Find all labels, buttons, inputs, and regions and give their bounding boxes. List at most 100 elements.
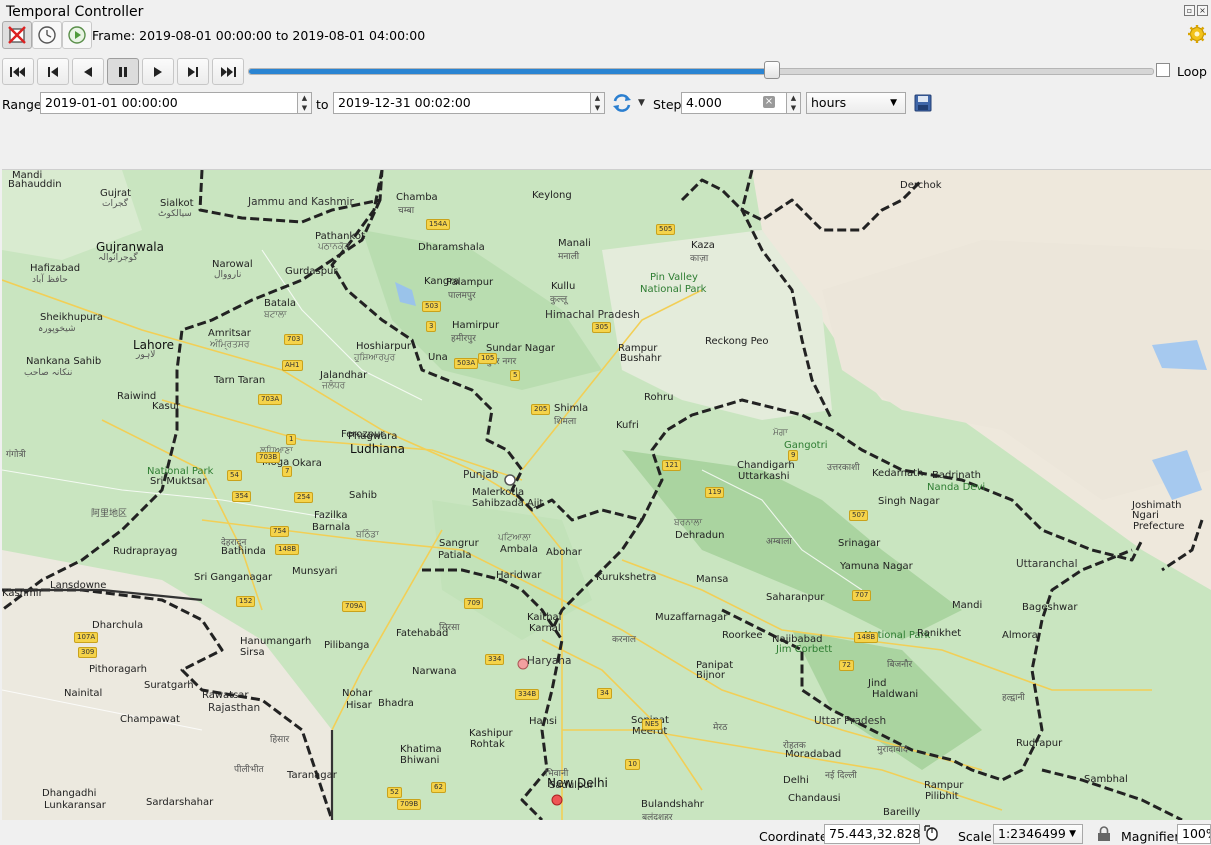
previous-frame-button[interactable] — [37, 58, 69, 85]
magnifier-field[interactable]: 100% — [1177, 824, 1211, 844]
settings-button[interactable] — [1187, 24, 1207, 47]
map-label: Chamba — [396, 192, 438, 203]
map-label: سیالکوٹ — [158, 209, 192, 219]
map-label: Phagwara — [348, 431, 398, 442]
map-label: Pin Valley — [650, 272, 698, 283]
toggle-extents-button[interactable] — [924, 824, 942, 845]
clock-icon — [38, 26, 56, 44]
map-label: Pithoragarh — [89, 664, 147, 675]
map-label: Rajasthan — [208, 702, 261, 714]
magnifier-label: Magnifier — [1121, 829, 1180, 844]
restore-window-button[interactable]: ▫ — [1184, 5, 1195, 16]
play-forward-button[interactable] — [142, 58, 174, 85]
map-label: Hafizabad — [30, 263, 81, 274]
road-shield: 703 — [284, 334, 304, 345]
next-frame-button[interactable] — [177, 58, 209, 85]
map-label: Tarn Taran — [214, 375, 266, 386]
map-label: 阿里地区 — [91, 509, 128, 519]
step-unit-value: hours — [811, 95, 847, 110]
map-label: ਪਟਿਆਲਾ — [498, 533, 531, 543]
set-range-from-layers-button[interactable] — [611, 92, 633, 117]
map-label: मनाली — [558, 252, 580, 262]
map-label: Sri Muktsar — [150, 476, 207, 487]
map-label: گجرات — [102, 199, 129, 209]
map-label: Muzaffarnagar — [655, 612, 728, 623]
map-label: ننکانہ صاحب — [24, 368, 73, 378]
map-label: Batala — [264, 298, 296, 309]
lock-scale-button[interactable] — [1097, 826, 1111, 845]
map-label: उत्तरकाशी — [827, 463, 860, 473]
road-shield: 54 — [227, 470, 242, 481]
rewind-to-start-button[interactable] — [2, 58, 34, 85]
coordinate-label: Coordinate — [759, 829, 828, 844]
map-label: Bulandshahr — [641, 799, 704, 810]
animated-mode-button[interactable] — [62, 21, 92, 49]
map-label: हल्द्वानी — [1002, 693, 1025, 703]
map-label: لاہور — [136, 350, 156, 360]
map-label: Keylong — [532, 190, 572, 201]
road-shield: 3 — [426, 321, 437, 332]
map-canvas[interactable]: Mandi Bahauddin Gujrat گجرات Sialkot سیالکوٹ J… — [2, 169, 1211, 820]
road-shield: 62 — [431, 782, 446, 793]
spin-up-icon: ▲ — [301, 94, 308, 102]
road-shield: 707 — [852, 590, 872, 601]
pause-button[interactable] — [107, 58, 139, 85]
close-window-button[interactable]: × — [1197, 5, 1208, 16]
step-unit-select[interactable]: hours ▼ — [806, 92, 906, 114]
coordinate-field[interactable]: 75.443,32.828 — [824, 824, 920, 844]
refresh-icon — [613, 94, 631, 112]
map-label: Pathankot — [315, 231, 365, 242]
range-start-field[interactable]: 2019-01-01 00:00:00 — [40, 92, 298, 114]
map-label: ਜਲੰਧਰ — [322, 381, 346, 391]
play-backward-button[interactable] — [72, 58, 104, 85]
range-end-field[interactable]: 2019-12-31 00:02:00 — [333, 92, 591, 114]
map-label: Okara — [292, 458, 322, 469]
range-end-spinner[interactable]: ▲ ▼ — [591, 92, 605, 114]
road-shield: 205 — [531, 404, 551, 415]
map-label: Fatehabad — [396, 628, 449, 639]
road-shield: 703A — [258, 394, 283, 405]
scale-label: Scale — [958, 829, 992, 844]
range-start-spinner[interactable]: ▲ ▼ — [298, 92, 312, 114]
loop-checkbox[interactable] — [1156, 63, 1170, 77]
map-label: Jammu and Kashmir — [248, 196, 354, 208]
map-label: Rohtak — [470, 739, 505, 750]
road-shield: 9 — [788, 450, 799, 461]
map-label: Gujrat — [100, 188, 132, 199]
fixed-range-button[interactable] — [32, 21, 62, 49]
map-label: Una — [428, 352, 448, 363]
map-label: कुल्लू — [550, 295, 568, 305]
road-shield: 1 — [286, 434, 297, 445]
map-label: पालमपुर — [448, 291, 476, 301]
skip-to-end-button[interactable] — [212, 58, 244, 85]
step-back-icon — [48, 66, 58, 77]
map-label: ਬਟਾਲਾ — [264, 310, 287, 320]
map-label: Yamuna Nagar — [840, 561, 913, 572]
road-shield: 7 — [282, 466, 293, 477]
road-shield: 354 — [232, 491, 252, 502]
range-label: Range — [2, 97, 42, 112]
map-label: Bareilly — [883, 807, 921, 818]
disable-navigation-button[interactable] — [2, 21, 32, 49]
step-forward-icon — [188, 66, 198, 77]
map-label: ਹੁਸ਼ਿਆਰਪੁਰ — [354, 353, 396, 363]
map-label: Shimla — [554, 403, 589, 414]
map-label: Haryana — [527, 655, 572, 667]
clear-step-icon[interactable]: × — [763, 96, 775, 108]
step-spinner[interactable]: ▲ ▼ — [787, 92, 801, 114]
scale-select[interactable]: 1:2346499 ▼ — [993, 824, 1083, 844]
map-label: Derchok — [900, 180, 942, 191]
map-label: Pilibhit — [925, 791, 959, 802]
road-shield: 121 — [662, 460, 682, 471]
map-label: Singh Nagar — [878, 496, 940, 507]
skip-to-end-icon — [221, 66, 236, 77]
map-label: Prefecture — [1133, 521, 1185, 532]
map-label: हमीरपुर — [451, 334, 476, 344]
export-animation-button[interactable] — [913, 93, 933, 116]
road-shield: 309 — [78, 647, 98, 658]
terrain-base-map — [2, 170, 1211, 820]
range-options-dropdown-icon[interactable]: ▼ — [638, 98, 645, 108]
map-label: Moradabad — [785, 749, 842, 760]
timeline-slider-handle[interactable] — [764, 61, 781, 79]
chevron-down-icon: ▼ — [890, 98, 897, 108]
